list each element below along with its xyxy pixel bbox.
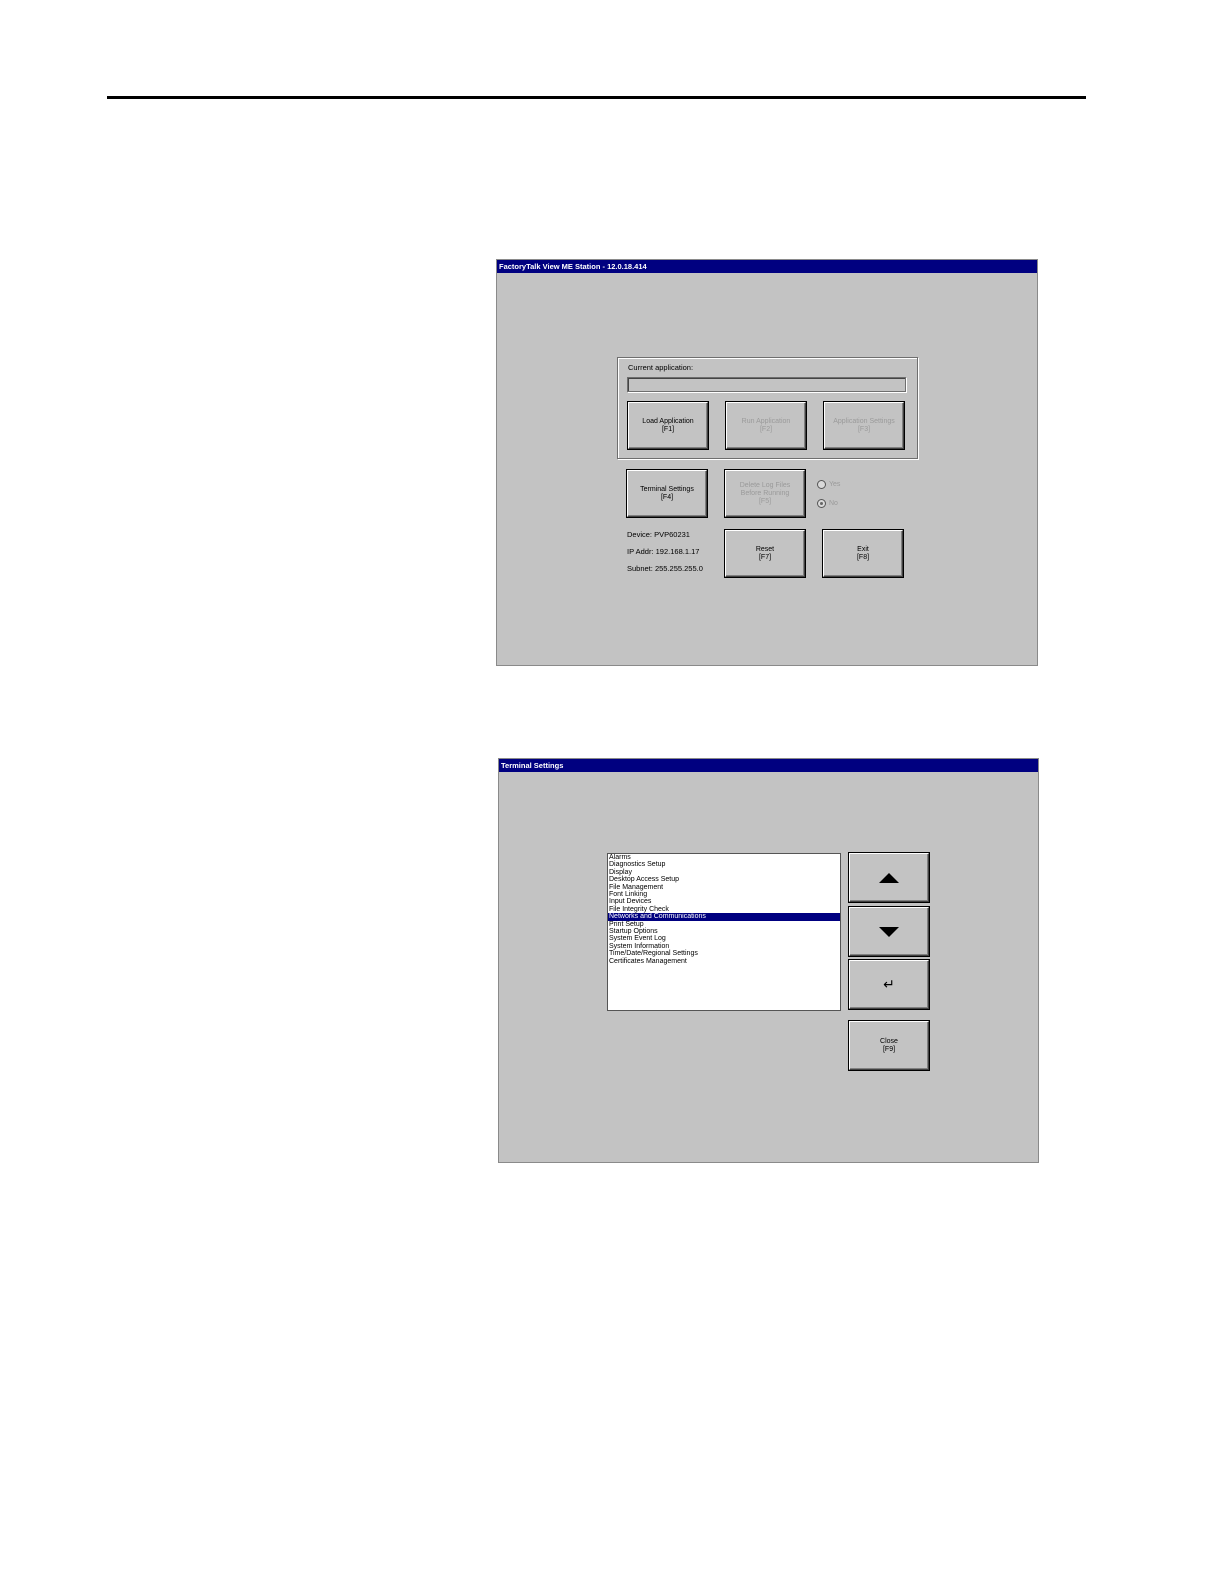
me-station-window: FactoryTalk View ME Station - 12.0.18.41… bbox=[496, 259, 1038, 666]
list-item[interactable]: Input Devices bbox=[608, 898, 840, 905]
list-item[interactable]: Certificates Management bbox=[608, 958, 840, 965]
exit-key: [F8] bbox=[856, 553, 870, 561]
list-item[interactable]: Font Linking bbox=[608, 891, 840, 898]
current-application-field bbox=[627, 377, 906, 392]
list-item[interactable]: Time/Date/Regional Settings bbox=[608, 950, 840, 957]
close-button[interactable]: Close [F9] bbox=[849, 1021, 929, 1070]
exit-label: Exit bbox=[857, 545, 869, 553]
list-item[interactable]: File Management bbox=[608, 884, 840, 891]
up-arrow-icon bbox=[879, 872, 899, 883]
run-application-button[interactable]: Run Application [F2] bbox=[726, 402, 806, 449]
down-arrow-icon bbox=[879, 926, 899, 937]
list-item[interactable]: Print Setup bbox=[608, 921, 840, 928]
list-item[interactable]: Display bbox=[608, 869, 840, 876]
delete-log-files-button[interactable]: Delete Log Files Before Running [F5] bbox=[725, 470, 805, 517]
subnet-text: Subnet: 255.255.255.0 bbox=[627, 564, 703, 573]
close-label: Close bbox=[880, 1037, 898, 1045]
radio-no-circle bbox=[817, 499, 826, 508]
list-item[interactable]: Desktop Access Setup bbox=[608, 876, 840, 883]
list-item[interactable]: System Information bbox=[608, 943, 840, 950]
run-application-key: [F2] bbox=[759, 425, 773, 433]
list-item[interactable]: Alarms bbox=[608, 854, 840, 861]
application-settings-button[interactable]: Application Settings [F3] bbox=[824, 402, 904, 449]
radio-no[interactable]: No bbox=[817, 499, 838, 508]
reset-key: [F7] bbox=[758, 553, 772, 561]
current-application-label: Current application: bbox=[628, 363, 694, 372]
move-down-button[interactable] bbox=[849, 907, 929, 956]
load-application-label: Load Application bbox=[642, 417, 694, 425]
enter-icon: ↵ bbox=[883, 976, 895, 993]
list-item[interactable]: Diagnostics Setup bbox=[608, 861, 840, 868]
list-item-selected[interactable]: Networks and Communications bbox=[608, 913, 840, 921]
list-item[interactable]: Startup Options bbox=[608, 928, 840, 935]
radio-yes-label: Yes bbox=[829, 481, 841, 488]
reset-label: Reset bbox=[755, 545, 775, 553]
run-application-label: Run Application bbox=[741, 417, 791, 425]
close-key: [F9] bbox=[882, 1045, 896, 1053]
window-title: FactoryTalk View ME Station - 12.0.18.41… bbox=[497, 260, 1037, 273]
radio-no-label: No bbox=[829, 500, 838, 507]
device-name-text: Device: PVP60231 bbox=[627, 530, 690, 539]
delete-log-files-key: [F5] bbox=[758, 497, 772, 505]
terminal-settings-button[interactable]: Terminal Settings [F4] bbox=[627, 470, 707, 517]
ip-address-text: IP Addr: 192.168.1.17 bbox=[627, 547, 700, 556]
list-item[interactable]: System Event Log bbox=[608, 935, 840, 942]
application-settings-key: [F3] bbox=[857, 425, 871, 433]
terminal-settings-key: [F4] bbox=[660, 493, 674, 501]
load-application-button[interactable]: Load Application [F1] bbox=[628, 402, 708, 449]
radio-yes[interactable]: Yes bbox=[817, 480, 840, 489]
terminal-settings-list[interactable]: Alarms Diagnostics Setup Display Desktop… bbox=[607, 853, 841, 1011]
terminal-settings-window: Terminal Settings Alarms Diagnostics Set… bbox=[498, 758, 1039, 1163]
delete-log-files-label: Delete Log Files bbox=[739, 481, 791, 489]
exit-button[interactable]: Exit [F8] bbox=[823, 530, 903, 577]
application-settings-label: Application Settings bbox=[833, 417, 895, 425]
terminal-settings-title: Terminal Settings bbox=[499, 759, 1038, 772]
reset-button[interactable]: Reset [F7] bbox=[725, 530, 805, 577]
enter-button[interactable]: ↵ bbox=[849, 960, 929, 1009]
move-up-button[interactable] bbox=[849, 853, 929, 902]
terminal-settings-label: Terminal Settings bbox=[640, 485, 694, 493]
radio-yes-circle bbox=[817, 480, 826, 489]
page-top-rule bbox=[107, 96, 1086, 99]
load-application-key: [F1] bbox=[661, 425, 675, 433]
current-application-group: Current application: Load Application [F… bbox=[617, 357, 918, 459]
delete-log-files-sublabel: Before Running bbox=[740, 489, 790, 497]
list-item[interactable]: File Integrity Check bbox=[608, 906, 840, 913]
